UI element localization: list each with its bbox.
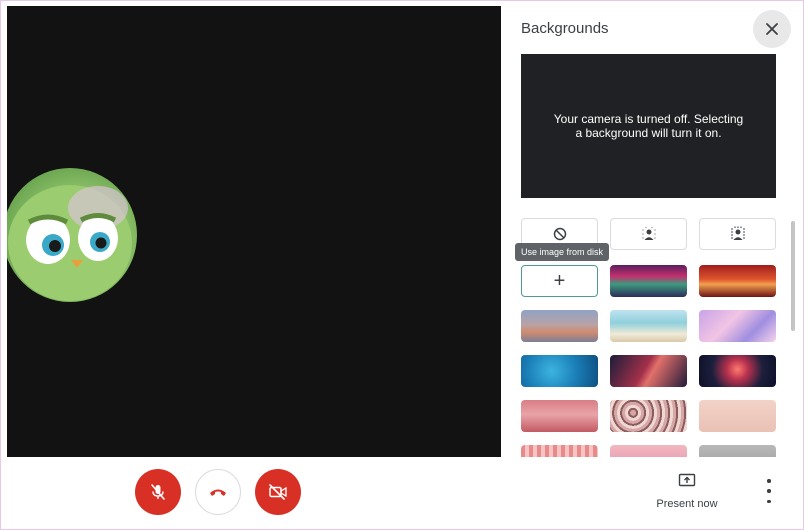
call-controls-bar: Present now <box>7 457 797 523</box>
participant-avatar <box>7 168 137 302</box>
block-icon <box>553 227 566 241</box>
slight-blur-option[interactable] <box>610 218 687 250</box>
blur-person-icon <box>730 226 745 240</box>
camera-preview: Your camera is turned off. Selecting a b… <box>521 54 776 198</box>
more-vert-icon-dot <box>767 489 771 493</box>
bird-avatar-image <box>8 185 132 301</box>
backgrounds-panel: Backgrounds Your camera is turned off. S… <box>501 6 797 457</box>
present-now-label: Present now <box>656 498 718 510</box>
present-screen-icon <box>678 473 696 487</box>
upload-tooltip: Use image from disk <box>515 243 610 261</box>
background-fireworks[interactable] <box>699 355 776 387</box>
background-nebula[interactable] <box>610 355 687 387</box>
background-beach[interactable] <box>610 310 687 342</box>
hang-up-button[interactable] <box>195 469 241 515</box>
background-sunset-sky[interactable] <box>521 310 598 342</box>
panel-title: Backgrounds <box>521 20 609 37</box>
background-grey-texture[interactable] <box>699 445 776 457</box>
mic-off-icon <box>151 484 165 500</box>
mic-toggle-button[interactable] <box>135 469 181 515</box>
panel-scrollbar[interactable] <box>791 221 795 331</box>
close-icon <box>766 23 778 35</box>
background-underwater[interactable] <box>521 355 598 387</box>
background-soft-pink[interactable] <box>699 400 776 432</box>
more-vert-icon <box>767 479 771 483</box>
more-options-button[interactable] <box>759 479 779 503</box>
camera-off-message: Your camera is turned off. Selecting a b… <box>553 112 744 140</box>
plus-icon: + <box>553 270 566 292</box>
background-pebbles[interactable] <box>610 400 687 432</box>
camera-off-icon <box>269 484 287 500</box>
main-video <box>7 6 501 457</box>
background-cherry-blossom[interactable] <box>521 400 598 432</box>
present-now-button[interactable]: Present now <box>645 473 729 510</box>
background-classroom[interactable] <box>610 265 687 297</box>
background-pink-flowers[interactable] <box>610 445 687 457</box>
hang-up-icon <box>210 489 226 496</box>
close-panel-button[interactable] <box>753 10 791 48</box>
camera-toggle-button[interactable] <box>255 469 301 515</box>
blur-person-icon <box>641 226 656 240</box>
more-vert-icon-dot <box>767 499 771 503</box>
upload-background-button[interactable]: + <box>521 265 598 297</box>
blur-option[interactable] <box>699 218 776 250</box>
background-fireworks-city[interactable] <box>699 265 776 297</box>
background-pink-clouds[interactable] <box>699 310 776 342</box>
background-pink-pattern[interactable] <box>521 445 598 457</box>
